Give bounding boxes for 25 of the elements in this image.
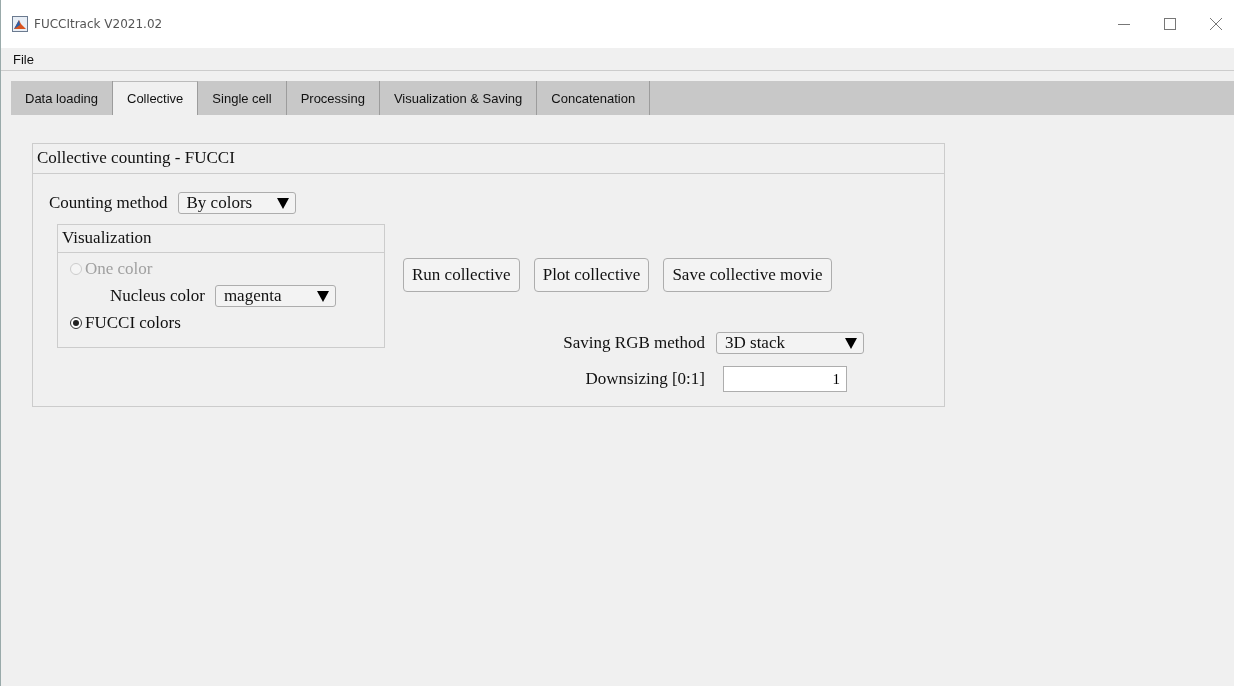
dropdown[interactable]: By colors	[177, 192, 296, 214]
field-label: Counting method	[49, 193, 168, 213]
panel-title: Visualization	[58, 225, 384, 253]
app-logo-icon	[12, 16, 28, 32]
field-label: Nucleus color	[110, 286, 205, 306]
field-label: Saving RGB method	[562, 333, 705, 353]
maximize-icon[interactable]	[1164, 18, 1176, 30]
caret-icon	[845, 337, 857, 349]
tab[interactable]: Collective	[113, 81, 199, 115]
radio-label: One color	[85, 259, 153, 279]
panel-title: Collective counting - FUCCI	[33, 144, 944, 174]
action-button[interactable]: Save collective movie	[663, 258, 832, 292]
field-label: Downsizing [0:1]	[584, 369, 705, 389]
action-button[interactable]: Plot collective	[533, 258, 650, 292]
close-icon[interactable]	[1210, 18, 1222, 30]
window-title: FUCCItrack V2021.02	[34, 17, 163, 31]
radio-label: FUCCI colors	[85, 313, 181, 333]
caret-icon	[316, 290, 329, 302]
menu-item[interactable]: File	[13, 51, 34, 67]
dropdown[interactable]: magenta	[214, 285, 336, 307]
action-button[interactable]: Run collective	[403, 258, 520, 292]
caret-icon	[276, 197, 289, 209]
input-field[interactable]: 1	[723, 366, 847, 392]
dropdown[interactable]: 3D stack	[716, 332, 864, 354]
radio-button[interactable]	[70, 317, 82, 329]
